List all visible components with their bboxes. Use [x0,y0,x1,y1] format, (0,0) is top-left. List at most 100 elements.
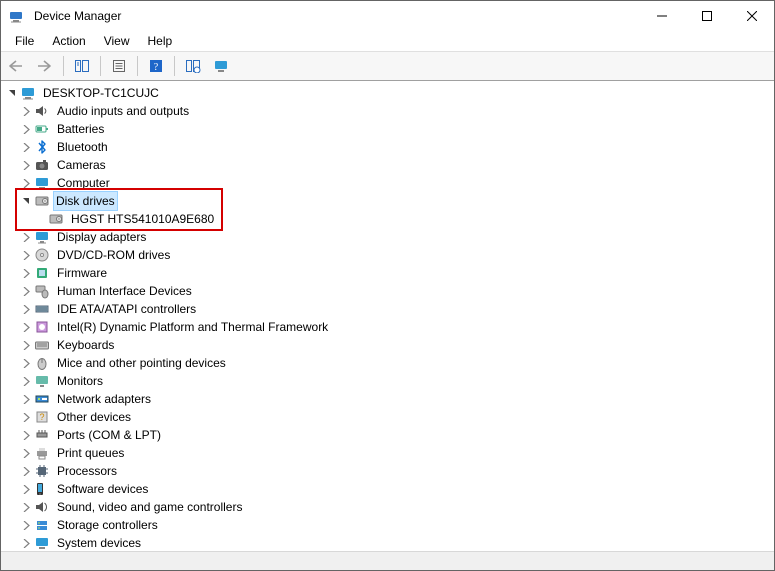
tree-item[interactable]: Cameras [5,156,774,174]
minimize-button[interactable] [639,1,684,31]
tree-item[interactable]: Computer [5,174,774,192]
menu-view[interactable]: View [96,32,138,50]
disk-icon [48,211,64,227]
menu-file[interactable]: File [7,32,42,50]
toolbar-properties-button[interactable] [107,54,131,78]
tree-item[interactable]: Mice and other pointing devices [5,354,774,372]
tree-item[interactable]: HGST HTS541010A9E680 [5,210,774,228]
toolbar-separator [100,56,101,76]
chevron-right-icon[interactable] [19,158,33,172]
toolbar-separator [63,56,64,76]
computer-icon [34,175,50,191]
tree-item[interactable]: Ports (COM & LPT) [5,426,774,444]
chevron-right-icon[interactable] [19,482,33,496]
chevron-right-icon[interactable] [19,104,33,118]
storage-icon [34,517,50,533]
tree-item-label: Firmware [54,264,110,282]
toolbar-separator [137,56,138,76]
tree-item[interactable]: Display adapters [5,228,774,246]
tree-item[interactable]: Audio inputs and outputs [5,102,774,120]
tree-item-label: Storage controllers [54,516,161,534]
toolbar-show-hide-console[interactable] [70,54,94,78]
chevron-right-icon[interactable] [19,266,33,280]
tree-item[interactable]: IDE ATA/ATAPI controllers [5,300,774,318]
hid-icon [34,283,50,299]
chevron-right-icon[interactable] [19,410,33,424]
chevron-right-icon[interactable] [19,284,33,298]
chevron-right-icon[interactable] [19,446,33,460]
tree-item[interactable]: Processors [5,462,774,480]
dvd-icon [34,247,50,263]
chevron-right-icon[interactable] [19,320,33,334]
close-button[interactable] [729,1,774,31]
menu-bar: File Action View Help [1,31,774,51]
tree-scroll[interactable]: DESKTOP-TC1CUJCAudio inputs and outputsB… [1,82,774,551]
chevron-right-icon[interactable] [19,356,33,370]
tree-item[interactable]: Human Interface Devices [5,282,774,300]
tree-item[interactable]: DESKTOP-TC1CUJC [5,84,774,102]
toolbar-help-button[interactable]: ? [144,54,168,78]
tree-item[interactable]: Monitors [5,372,774,390]
toolbar-forward-button[interactable] [33,54,57,78]
tree-item[interactable]: Software devices [5,480,774,498]
chevron-down-icon[interactable] [19,194,33,208]
tree-item[interactable]: Sound, video and game controllers [5,498,774,516]
menu-action[interactable]: Action [44,32,93,50]
processor-icon [34,463,50,479]
chevron-right-icon[interactable] [19,248,33,262]
toolbar-back-button[interactable] [5,54,29,78]
chevron-right-icon[interactable] [19,428,33,442]
chevron-right-icon[interactable] [19,122,33,136]
title-bar: Device Manager [1,1,774,31]
chevron-right-icon[interactable] [19,338,33,352]
tree-item-label: Other devices [54,408,134,426]
tree-item[interactable]: DVD/CD-ROM drives [5,246,774,264]
tree-item[interactable]: Firmware [5,264,774,282]
chevron-right-icon[interactable] [19,518,33,532]
tree-item-label: Software devices [54,480,151,498]
chevron-right-icon[interactable] [19,464,33,478]
tree-item-label: Audio inputs and outputs [54,102,192,120]
software-icon [34,481,50,497]
computer-icon [20,85,36,101]
tree-item[interactable]: Keyboards [5,336,774,354]
sound-icon [34,499,50,515]
tree-item[interactable]: Print queues [5,444,774,462]
tree-item-label: Mice and other pointing devices [54,354,229,372]
tree-item-label: Print queues [54,444,127,462]
menu-help[interactable]: Help [140,32,181,50]
window-controls [639,1,774,31]
chevron-right-icon[interactable] [19,536,33,550]
toolbar-devices-button[interactable] [209,54,233,78]
tree-item[interactable]: System devices [5,534,774,551]
toolbar-scan-hardware-button[interactable] [181,54,205,78]
chevron-down-icon[interactable] [5,86,19,100]
tree-item-label: Ports (COM & LPT) [54,426,164,444]
chevron-right-icon[interactable] [19,302,33,316]
device-tree: DESKTOP-TC1CUJCAudio inputs and outputsB… [1,82,774,551]
tree-item[interactable]: Intel(R) Dynamic Platform and Thermal Fr… [5,318,774,336]
tree-item[interactable]: Bluetooth [5,138,774,156]
tree-item-label: DVD/CD-ROM drives [54,246,173,264]
chevron-right-icon[interactable] [19,230,33,244]
chevron-right-icon[interactable] [19,392,33,406]
firmware-icon [34,265,50,281]
status-bar [1,551,774,570]
chevron-right-icon[interactable] [19,176,33,190]
chevron-right-icon[interactable] [19,500,33,514]
toolbar: ? [1,51,774,81]
tree-item-label: HGST HTS541010A9E680 [68,210,217,228]
tree-item[interactable]: Batteries [5,120,774,138]
tree-item[interactable]: Network adapters [5,390,774,408]
svg-text:?: ? [154,62,159,73]
tree-item-label: Keyboards [54,336,117,354]
tree-item-label: Monitors [54,372,106,390]
tree-item-label: Batteries [54,120,107,138]
tree-item[interactable]: Other devices [5,408,774,426]
maximize-button[interactable] [684,1,729,31]
tree-item[interactable]: Storage controllers [5,516,774,534]
chevron-right-icon[interactable] [19,374,33,388]
tree-item[interactable]: Disk drives [5,192,774,210]
tree-item-label: Human Interface Devices [54,282,195,300]
chevron-right-icon[interactable] [19,140,33,154]
